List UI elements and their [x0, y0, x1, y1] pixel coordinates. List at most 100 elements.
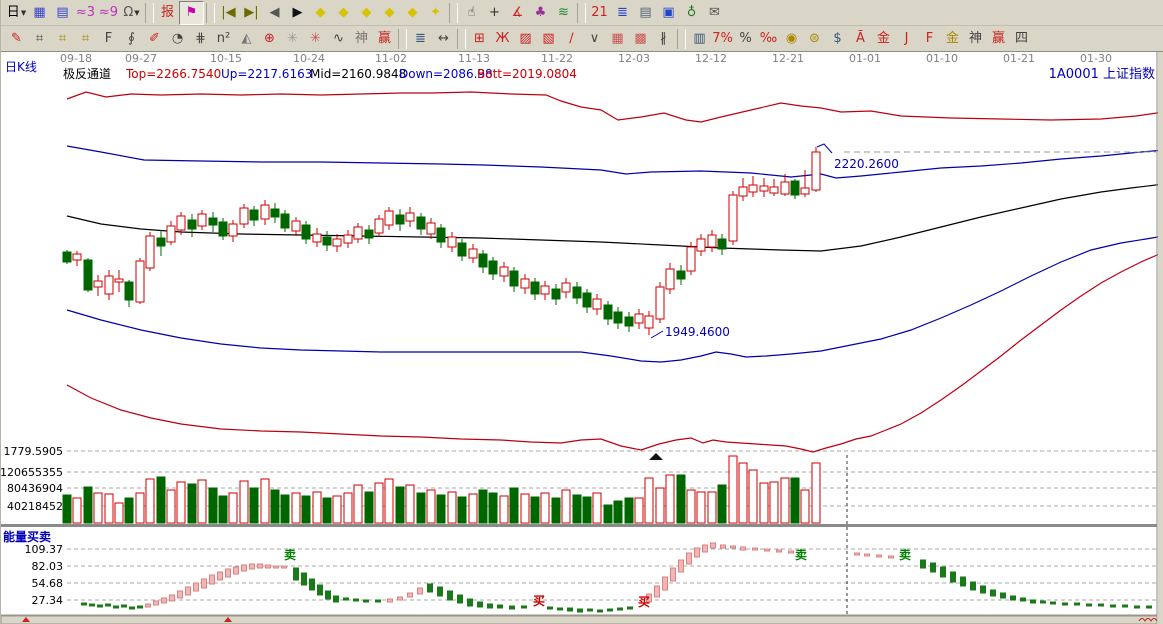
spiral-icon[interactable]: ∮: [120, 28, 143, 50]
diamond-up-icon[interactable]: ◆: [401, 2, 424, 24]
shade-box-icon[interactable]: ▨: [514, 28, 537, 50]
wheel-gray-icon[interactable]: ✳: [281, 28, 304, 50]
volume-bar: [365, 492, 373, 523]
indicator-bar: [1099, 604, 1104, 606]
win-slant-icon[interactable]: 赢: [987, 28, 1010, 50]
save-floppy-icon[interactable]: ▣: [657, 2, 680, 24]
wave-brain-icon[interactable]: ≋: [552, 2, 575, 24]
j-slant-icon: J: [905, 28, 909, 50]
diamond-cross-icon[interactable]: ✦: [424, 2, 447, 24]
gold-circle-eq-icon[interactable]: ⊜: [803, 28, 826, 50]
gold-circle-icon[interactable]: ◉: [780, 28, 803, 50]
scrollbar-track[interactable]: [1, 616, 1157, 624]
gold-grid2-icon[interactable]: ⌗: [74, 28, 97, 50]
indicator-bar: [138, 606, 143, 608]
candle: [94, 281, 102, 287]
label: 40218452: [7, 500, 63, 513]
angle-a-icon[interactable]: ◭: [235, 28, 258, 50]
dropdown-arrow-icon[interactable]: ▼: [134, 2, 139, 24]
percent7-icon[interactable]: 7%: [711, 28, 734, 50]
god-slant-icon[interactable]: 神: [964, 28, 987, 50]
prev-page-button[interactable]: ◀: [263, 2, 286, 24]
j-slant-icon[interactable]: J: [895, 28, 918, 50]
indicator-bar: [981, 586, 986, 593]
gold-box-icon[interactable]: 金: [872, 28, 895, 50]
wheel-gray-icon: ✳: [287, 28, 298, 50]
f-slant-icon[interactable]: F: [918, 28, 941, 50]
gold-grid-icon[interactable]: ⌗: [51, 28, 74, 50]
calendar-21-icon[interactable]: 21: [588, 2, 611, 24]
abacus-123-icon[interactable]: ≣: [409, 28, 432, 50]
info-panel-icon[interactable]: ▤: [51, 2, 74, 24]
ruler-chart-icon[interactable]: ▥: [688, 28, 711, 50]
candle: [344, 235, 352, 243]
volume-bar: [718, 485, 726, 523]
shade-box2-icon[interactable]: ▧: [537, 28, 560, 50]
calculator-icon[interactable]: ≣: [611, 2, 634, 24]
n-squared-icon[interactable]: n²: [212, 28, 235, 50]
indicator-bar: [568, 608, 573, 611]
grid-red2-icon[interactable]: ▩: [629, 28, 652, 50]
f-ticks-icon[interactable]: F: [97, 28, 120, 50]
angle-measure-icon[interactable]: ∡: [506, 2, 529, 24]
money-pen-icon[interactable]: $: [826, 28, 849, 50]
wheel-grid-icon[interactable]: ✳: [304, 28, 327, 50]
indicator-bar: [218, 572, 223, 580]
diamond-both-icon[interactable]: ◆: [355, 2, 378, 24]
width-measure-icon: ↔: [438, 28, 449, 50]
candle: [261, 205, 269, 219]
slant-lines-icon[interactable]: ∦: [652, 28, 675, 50]
next-page-button[interactable]: ▶: [286, 2, 309, 24]
cycle-dropdown[interactable]: Ω▼: [120, 2, 143, 24]
network-globe-icon[interactable]: ♁: [680, 2, 703, 24]
festival-icon[interactable]: ♣: [529, 2, 552, 24]
horizontal-scrollbar[interactable]: [1, 615, 1157, 624]
god-grid-icon[interactable]: 神: [350, 28, 373, 50]
percent-eq-icon[interactable]: ‰: [757, 28, 780, 50]
indicator-bar: [695, 548, 700, 557]
period-day-dropdown[interactable]: 日▼: [5, 2, 28, 24]
volume-bar: [94, 493, 102, 523]
dropdown-arrow-icon[interactable]: ▼: [21, 2, 26, 24]
first-page-button[interactable]: |◀: [217, 2, 240, 24]
rays-icon[interactable]: Ж: [491, 28, 514, 50]
v-lines-icon[interactable]: ∨: [583, 28, 606, 50]
percent-icon[interactable]: %: [734, 28, 757, 50]
width-measure-icon[interactable]: ↔: [432, 28, 455, 50]
label: 01-21: [1003, 52, 1035, 65]
stock-pick-icon[interactable]: 报: [156, 2, 179, 24]
diamond-right-icon[interactable]: ◆: [332, 2, 355, 24]
indicator-bar: [478, 602, 483, 607]
a-wave-icon[interactable]: Ā: [849, 28, 872, 50]
quote-wave-icon[interactable]: ∿: [327, 28, 350, 50]
window-layout-icon[interactable]: ▦: [28, 2, 51, 24]
label: 买: [533, 594, 545, 608]
color-flag-icon[interactable]: ⚑: [179, 1, 204, 25]
diamond-left-icon[interactable]: ◆: [309, 2, 332, 24]
pen-slant-icon[interactable]: ∕: [560, 28, 583, 50]
last-page-button[interactable]: ▶|: [240, 2, 263, 24]
overlay-9-icon[interactable]: ≈9: [97, 2, 120, 24]
notepad-icon[interactable]: ▤: [634, 2, 657, 24]
win-red-icon[interactable]: 赢: [373, 28, 396, 50]
target-red-icon[interactable]: ⊕: [258, 28, 281, 50]
hand-tool-icon[interactable]: ☝: [460, 2, 483, 24]
clock-icon[interactable]: ◔: [166, 28, 189, 50]
toolbar-separator: [398, 29, 407, 49]
overlay-3-icon[interactable]: ≈3: [74, 2, 97, 24]
gold-slant-icon[interactable]: 金: [941, 28, 964, 50]
brush-icon[interactable]: ✎: [5, 28, 28, 50]
indicator-bar: [178, 591, 183, 598]
send-mail-icon[interactable]: ✉: [703, 2, 726, 24]
box-tool-icon[interactable]: ⊞: [468, 28, 491, 50]
save-floppy-icon: ▣: [662, 2, 674, 24]
volume-bar: [209, 488, 217, 523]
diamond-star-icon[interactable]: ◆: [378, 2, 401, 24]
ruler-ticks-icon[interactable]: ⋕: [189, 28, 212, 50]
crosshair-icon: +: [489, 2, 500, 24]
grid-ticks-icon[interactable]: ⌗: [28, 28, 51, 50]
grid-red-icon[interactable]: ▦: [606, 28, 629, 50]
brush-red-icon[interactable]: ✐: [143, 28, 166, 50]
four-slant-icon[interactable]: 四: [1010, 28, 1033, 50]
crosshair-icon[interactable]: +: [483, 2, 506, 24]
